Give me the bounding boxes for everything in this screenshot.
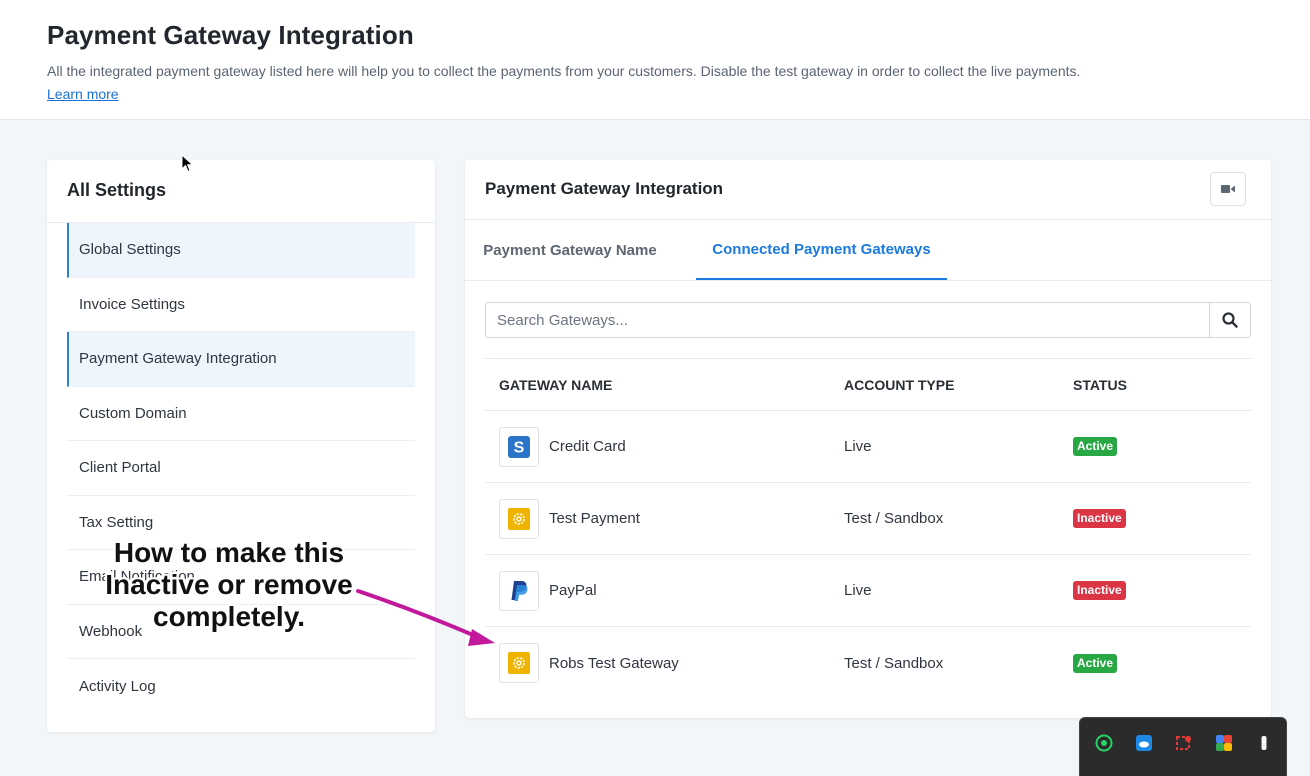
cloud-icon[interactable] [1135, 734, 1153, 752]
table-row[interactable]: Robs Test Gateway Test / Sandbox Active [485, 627, 1251, 699]
status-badge: Active [1073, 437, 1118, 456]
settings-item-activity-log[interactable]: Activity Log [67, 659, 415, 714]
header-status: STATUS [1073, 376, 1127, 393]
gateway-name: PayPal [549, 582, 597, 599]
svg-text:S: S [514, 439, 525, 456]
learn-more-link[interactable]: Learn more [47, 86, 119, 102]
account-type: Live [844, 582, 872, 599]
gateway-name-cell: Test Payment [485, 498, 844, 539]
status-badge: Active [1073, 653, 1118, 673]
tab-payment-gateway-name[interactable]: Payment Gateway Name [465, 220, 675, 280]
video-tutorial-button[interactable] [1210, 172, 1246, 206]
account-type: Live [844, 438, 872, 455]
table-row[interactable]: PayPal Live Inactive [485, 555, 1251, 627]
panel-title: Payment Gateway Integration [485, 179, 724, 198]
settings-card: All Settings Global Settings Invoice Set… [47, 160, 435, 732]
page-header: Payment Gateway Integration All the inte… [0, 0, 1310, 120]
status-badge: Inactive [1073, 581, 1126, 600]
page-description-text: All the integrated payment gateway liste… [47, 63, 1081, 79]
table-row[interactable]: Test Payment Test / Sandbox Inactive [485, 483, 1251, 555]
tab-connected-payment-gateways[interactable]: Connected Payment Gateways [696, 220, 947, 280]
account-type: Test / Sandbox [844, 654, 944, 672]
settings-item-email-notification[interactable]: Email Notification [67, 550, 415, 605]
gear-icon [508, 507, 530, 530]
header-account-type: ACCOUNT TYPE [844, 376, 955, 393]
settings-item-client-portal[interactable]: Client Portal [67, 441, 415, 496]
tabs-divider [465, 280, 1271, 281]
search-icon [1222, 312, 1238, 328]
gear-icon [508, 652, 530, 674]
video-camera-icon [1221, 185, 1235, 193]
page-description: All the integrated payment gateway liste… [47, 60, 1087, 106]
settings-item-custom-domain[interactable]: Custom Domain [67, 387, 415, 441]
copilot-icon[interactable] [1215, 734, 1233, 752]
gateway-name-cell: S Credit Card [485, 426, 844, 467]
gateway-name-cell: PayPal [485, 570, 844, 611]
search-input[interactable] [486, 303, 1209, 337]
gateway-name: Robs Test Gateway [549, 654, 679, 672]
settings-item-global-settings[interactable]: Global Settings [67, 223, 415, 278]
settings-item-tax-setting[interactable]: Tax Setting [67, 496, 415, 550]
page-title: Payment Gateway Integration [47, 20, 414, 50]
table-row[interactable]: S Credit Card Live Active [485, 411, 1251, 483]
whatsapp-icon[interactable] [1095, 734, 1113, 752]
paypal-icon [511, 580, 528, 601]
status-badge: Inactive [1073, 509, 1126, 528]
gateway-logo [499, 570, 539, 611]
settings-item-webhook[interactable]: Webhook [67, 605, 415, 659]
settings-item-invoice-settings[interactable]: Invoice Settings [67, 278, 415, 332]
gateway-name: Credit Card [549, 438, 626, 455]
gateway-name: Test Payment [549, 510, 640, 527]
settings-list: Global Settings Invoice Settings Payment… [67, 223, 415, 714]
mouse-cursor-icon [181, 154, 194, 173]
settings-title: All Settings [67, 180, 167, 200]
snipping-tool-icon[interactable] [1175, 734, 1193, 752]
search-box [485, 302, 1251, 338]
header-gateway-name: GATEWAY NAME [499, 376, 613, 393]
settings-item-payment-gateway-integration[interactable]: Payment Gateway Integration [67, 332, 415, 387]
gateway-logo [499, 643, 539, 683]
search-button[interactable] [1209, 303, 1250, 337]
table-header: GATEWAY NAME ACCOUNT TYPE STATUS [485, 358, 1251, 411]
gateway-name-cell: Robs Test Gateway [485, 643, 844, 683]
gateway-logo [499, 498, 539, 539]
gateway-panel: Payment Gateway Integration Payment Gate… [465, 160, 1271, 718]
gateway-logo: S [499, 426, 539, 467]
account-type: Test / Sandbox [844, 510, 944, 527]
gateways-table: GATEWAY NAME ACCOUNT TYPE STATUS S Credi… [485, 358, 1251, 699]
stripe-icon: S [508, 435, 530, 458]
usb-drive-icon[interactable] [1255, 734, 1273, 752]
system-tray-overflow [1079, 717, 1287, 776]
